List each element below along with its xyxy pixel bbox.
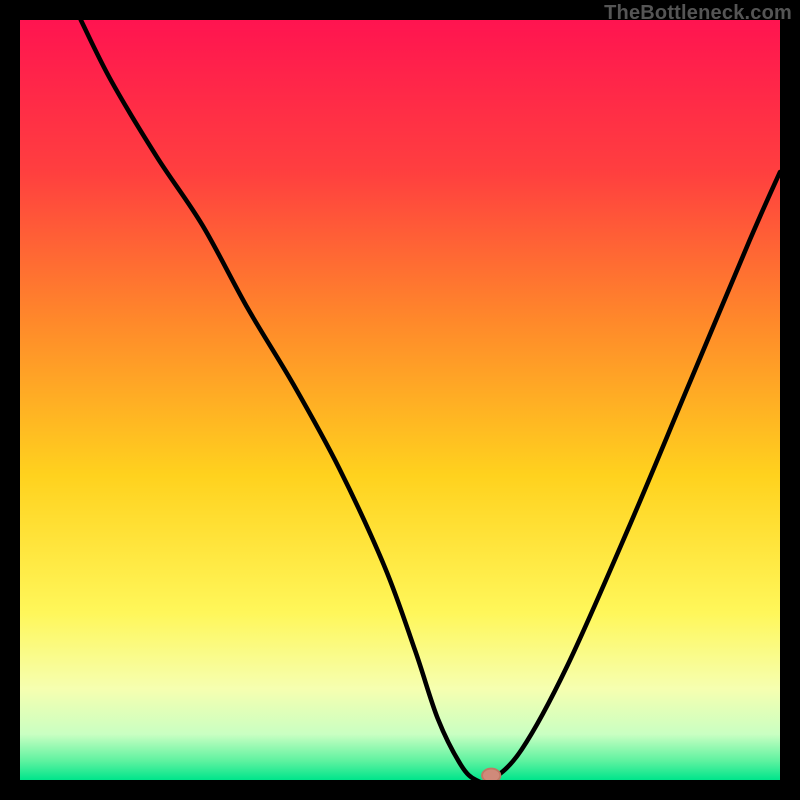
watermark-label: TheBottleneck.com [604,2,792,25]
chart-frame: TheBottleneck.com [0,0,800,800]
gradient-background [20,20,780,780]
bottleneck-chart [20,20,780,780]
optimal-point-marker [482,769,500,780]
plot-area [20,20,780,780]
